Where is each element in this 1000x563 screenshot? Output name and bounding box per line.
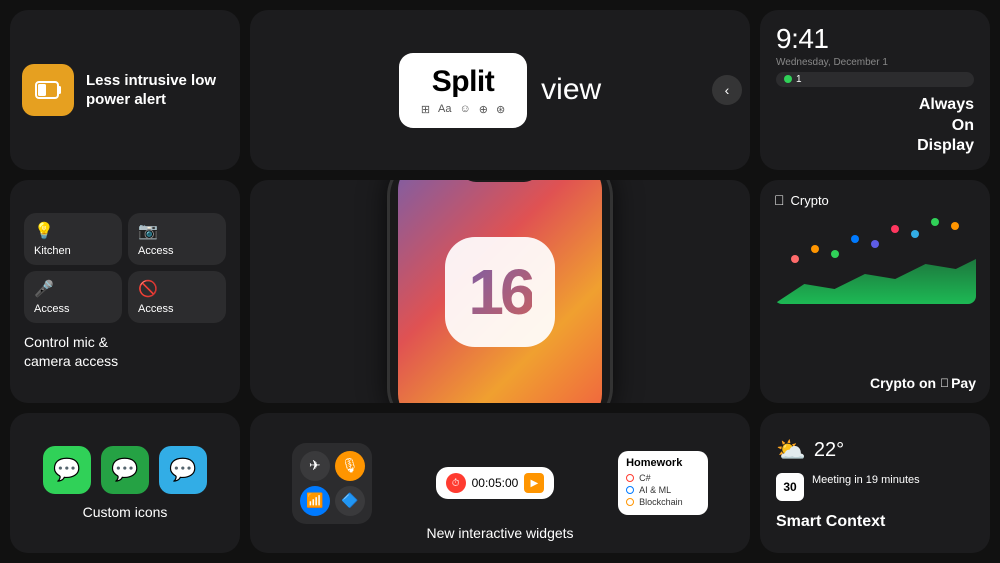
timer-value: 00:05:00 xyxy=(472,476,519,490)
crypto-chart xyxy=(774,214,976,304)
crypto-label: Crypto on xyxy=(870,375,936,391)
split-label: Split xyxy=(432,65,495,99)
hw-label-2: AI & ML xyxy=(639,485,671,495)
widgets-card: ✈ 🎙 📶 🔷 ⏱ 00:05:00 ▶ Homework C# AI & ML… xyxy=(250,413,750,553)
hw-dot-2 xyxy=(626,486,634,494)
split-icons: ⊞ Aa ☺ ⊕ ⊛ xyxy=(421,103,505,116)
aod-date: Wednesday, December 1 xyxy=(776,57,974,68)
timer-icon: ⏱ xyxy=(446,473,466,493)
control-kitchen-label: Kitchen xyxy=(34,245,112,257)
battery-icon xyxy=(32,74,64,106)
calendar-date: 30 xyxy=(783,481,796,493)
homework-title: Homework xyxy=(626,457,700,469)
temperature: 22° xyxy=(814,439,844,462)
aod-dot xyxy=(784,75,792,83)
aod-badge: 1 xyxy=(776,72,974,87)
crypto-header:  Crypto xyxy=(774,192,829,208)
widgets-label: New interactive widgets xyxy=(426,525,573,541)
control-block-label: Access xyxy=(138,303,216,315)
split-box: Split ⊞ Aa ☺ ⊕ ⊛ xyxy=(399,53,527,128)
control-item-kitchen: 💡 Kitchen xyxy=(24,213,122,265)
hw-label-3: Blockchain xyxy=(639,497,683,507)
custom-icons-card: 💬 💬 💬 Custom icons xyxy=(10,413,240,553)
crypto-chart-svg xyxy=(774,214,976,274)
custom-icons-label: Custom icons xyxy=(83,504,168,520)
aod-label: Always On Display xyxy=(917,95,974,157)
ios16-number: 16 xyxy=(468,255,531,329)
app-icon-3: 💬 xyxy=(159,446,207,494)
bluetooth-btn[interactable]: 🔷 xyxy=(335,486,365,516)
apple-logo-icon:  xyxy=(774,192,785,208)
sun-cloud-icon: ⛅ xyxy=(776,436,806,465)
smart-context-card: ⛅ 22° 30 Meeting in 19 minutes Smart Con… xyxy=(760,413,990,553)
lightbulb-icon: 💡 xyxy=(34,221,112,241)
control-description: Control mic & camera access xyxy=(24,333,118,369)
apple-pay-icon:  xyxy=(940,376,949,390)
control-item-camera: 📷 Access xyxy=(128,213,226,265)
control-item-mic: 🎤 Access xyxy=(24,271,122,323)
wifi-btn[interactable]: 📶 xyxy=(300,486,330,516)
block-icon: 🚫 xyxy=(138,279,216,299)
homework-widget: Homework C# AI & ML Blockchain xyxy=(618,451,708,515)
smart-context-label: Smart Context xyxy=(776,513,885,531)
crypto-card:  Crypto Crypto on  Pay xyxy=(760,180,990,403)
iphone-outer: 16 xyxy=(390,180,610,403)
timer-widget-wrap: ⏱ 00:05:00 ▶ xyxy=(436,467,555,499)
hw-dot-1 xyxy=(626,474,634,482)
hw-dot-3 xyxy=(626,498,634,506)
control-mic-label: Access xyxy=(34,303,112,315)
low-power-text: Less intrusive low power alert xyxy=(86,71,228,110)
mic-icon: 🎤 xyxy=(34,279,112,299)
iphone-screen: 16 xyxy=(398,180,602,403)
aod-badge-count: 1 xyxy=(796,74,802,85)
camera-icon: 📷 xyxy=(138,221,216,241)
hw-label-1: C# xyxy=(639,473,651,483)
split-view-card: Split ⊞ Aa ☺ ⊕ ⊛ view ‹ xyxy=(250,10,750,170)
app-icon-1: 💬 xyxy=(43,446,91,494)
iphone-card: 16 xyxy=(250,180,750,403)
aod-card: 9:41 Wednesday, December 1 1 Always On D… xyxy=(760,10,990,170)
iphone-notch xyxy=(460,180,540,182)
podcast-btn[interactable]: 🎙 xyxy=(335,451,365,481)
hw-item-1: C# xyxy=(626,473,700,483)
hw-item-2: AI & ML xyxy=(626,485,700,495)
weather-row: ⛅ 22° xyxy=(776,436,844,465)
play-btn[interactable]: ▶ xyxy=(524,473,544,493)
crypto-app-name: Crypto xyxy=(791,193,829,208)
airplane-btn[interactable]: ✈ xyxy=(300,451,330,481)
view-label: view xyxy=(541,73,601,107)
control-camera-card: 💡 Kitchen 📷 Access 🎤 Access 🚫 Access Con… xyxy=(10,180,240,403)
chevron-left-icon[interactable]: ‹ xyxy=(712,75,742,105)
calendar-event: 30 Meeting in 19 minutes xyxy=(776,473,920,501)
control-item-block: 🚫 Access xyxy=(128,271,226,323)
ios16-logo: 16 xyxy=(445,237,555,347)
control-camera-label: Access xyxy=(138,245,216,257)
icon-row: 💬 💬 💬 xyxy=(43,446,207,494)
calendar-icon: 30 xyxy=(776,473,804,501)
control-grid: 💡 Kitchen 📷 Access 🎤 Access 🚫 Access xyxy=(24,213,226,323)
app-icon-2: 💬 xyxy=(101,446,149,494)
battery-icon-bg xyxy=(22,64,74,116)
crypto-pay-label: Pay xyxy=(951,375,976,391)
hw-item-3: Blockchain xyxy=(626,497,700,507)
aod-time: 9:41 xyxy=(776,23,974,55)
meeting-text: Meeting in 19 minutes xyxy=(812,473,920,488)
widget-control-panel: ✈ 🎙 📶 🔷 xyxy=(292,443,372,524)
timer-widget: ⏱ 00:05:00 ▶ xyxy=(436,467,555,499)
low-power-card: Less intrusive low power alert xyxy=(10,10,240,170)
